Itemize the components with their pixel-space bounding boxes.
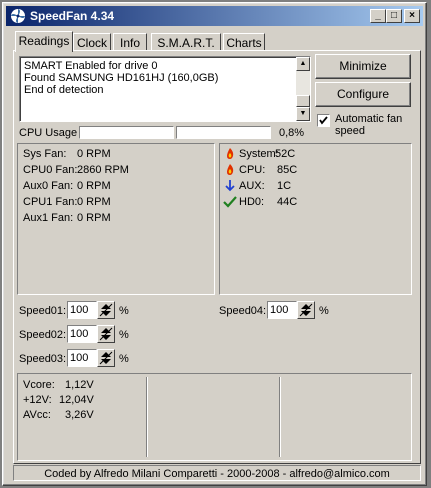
tab-info[interactable]: Info	[113, 33, 147, 51]
tab-charts[interactable]: Charts	[223, 33, 265, 51]
temp-value: 85C	[277, 164, 298, 176]
speed-label: Speed04:	[219, 305, 267, 317]
tab-readings[interactable]: Readings	[15, 31, 73, 52]
log-line: SMART Enabled for drive 0	[24, 60, 158, 72]
speed03-input[interactable]: 100	[67, 349, 97, 367]
speed02-stepper[interactable]: 100	[67, 325, 117, 343]
speed-label: Speed03:	[19, 353, 67, 365]
fan-icon	[11, 9, 25, 23]
speed01-stepper[interactable]: 100	[67, 301, 117, 319]
tab-clock[interactable]: Clock	[73, 33, 111, 51]
spinner-arrows-icon[interactable]	[97, 349, 115, 367]
speed02-input[interactable]: 100	[67, 325, 97, 343]
cpu-usage-bar-2	[176, 126, 271, 139]
speed-unit: %	[319, 305, 329, 317]
down-arrow-icon	[225, 180, 235, 192]
scroll-up-icon[interactable]: ▲	[296, 57, 310, 71]
cpu-usage-bar-1	[79, 126, 174, 139]
spinner-arrows-icon[interactable]	[297, 301, 315, 319]
fan-value: 2860 RPM	[77, 164, 129, 176]
speed-unit: %	[119, 305, 129, 317]
fan-value: 0 RPM	[77, 212, 111, 224]
fan-label: Sys Fan:	[23, 148, 67, 160]
checkmark-icon	[319, 116, 328, 125]
speed04-input[interactable]: 100	[267, 301, 297, 319]
temp-label: AUX:	[239, 180, 265, 192]
detection-log[interactable]: SMART Enabled for drive 0 Found SAMSUNG …	[19, 56, 311, 122]
speed03-stepper[interactable]: 100	[67, 349, 117, 367]
log-scrollbar[interactable]: ▲ ▼	[296, 57, 310, 121]
voltage-label: Vcore:	[23, 379, 55, 391]
speed-unit: %	[119, 329, 129, 341]
temp-label: HD0:	[239, 196, 265, 208]
auto-fan-checkbox[interactable]	[317, 114, 330, 127]
close-window-button[interactable]: ×	[404, 9, 420, 23]
minimize-button[interactable]: Minimize	[315, 54, 411, 79]
fan-label: Aux0 Fan:	[23, 180, 74, 192]
voltage-label: +12V:	[23, 394, 52, 406]
window-title: SpeedFan 4.34	[30, 9, 115, 23]
temp-value: 1C	[277, 180, 292, 192]
temp-label: CPU:	[239, 164, 266, 176]
voltage-label: AVcc:	[23, 409, 51, 421]
cpu-usage-label: CPU Usage	[19, 127, 78, 139]
scroll-thumb[interactable]	[296, 95, 310, 107]
voltage-value: 3,26V	[65, 409, 94, 421]
spinner-arrows-icon[interactable]	[97, 301, 115, 319]
speedfan-window: SpeedFan 4.34 _ □ × Readings Clock Info …	[2, 2, 427, 486]
spinner-arrows-icon[interactable]	[97, 325, 115, 343]
voltage-value: 12,04V	[59, 394, 94, 406]
flame-icon	[227, 148, 234, 159]
fan-value: 0 RPM	[77, 148, 111, 160]
log-line: End of detection	[24, 84, 104, 96]
divider	[146, 377, 148, 457]
maximize-window-button[interactable]: □	[386, 9, 402, 23]
auto-fan-label: Automatic fan speed	[335, 113, 403, 137]
speed04-stepper[interactable]: 100	[267, 301, 317, 319]
fan-label: Aux1 Fan:	[23, 212, 74, 224]
log-line: Found SAMSUNG HD161HJ (160,0GB)	[24, 72, 219, 84]
temp-value: 52C	[275, 148, 296, 160]
tab-smart[interactable]: S.M.A.R.T.	[151, 33, 221, 51]
fan-value: 0 RPM	[77, 196, 111, 208]
scroll-down-icon[interactable]: ▼	[296, 107, 310, 121]
speed01-input[interactable]: 100	[67, 301, 97, 319]
divider	[279, 377, 281, 457]
temp-value: 44C	[277, 196, 298, 208]
title-bar[interactable]: SpeedFan 4.34 _ □ ×	[6, 6, 423, 26]
minimize-window-button[interactable]: _	[370, 9, 386, 23]
speed-unit: %	[119, 353, 129, 365]
configure-button[interactable]: Configure	[315, 82, 411, 107]
cpu-usage-value: 0,8%	[279, 127, 305, 139]
check-icon	[223, 196, 237, 208]
fan-value: 0 RPM	[77, 180, 111, 192]
footer-credits: Coded by Alfredo Milani Comparetti - 200…	[13, 465, 421, 481]
temp-label: System:	[239, 148, 279, 160]
flame-icon	[227, 164, 234, 175]
speed-label: Speed01:	[19, 305, 67, 317]
fan-label: CPU0 Fan:	[23, 164, 78, 176]
voltage-value: 1,12V	[65, 379, 94, 391]
speed-label: Speed02:	[19, 329, 67, 341]
fan-label: CPU1 Fan:	[23, 196, 78, 208]
